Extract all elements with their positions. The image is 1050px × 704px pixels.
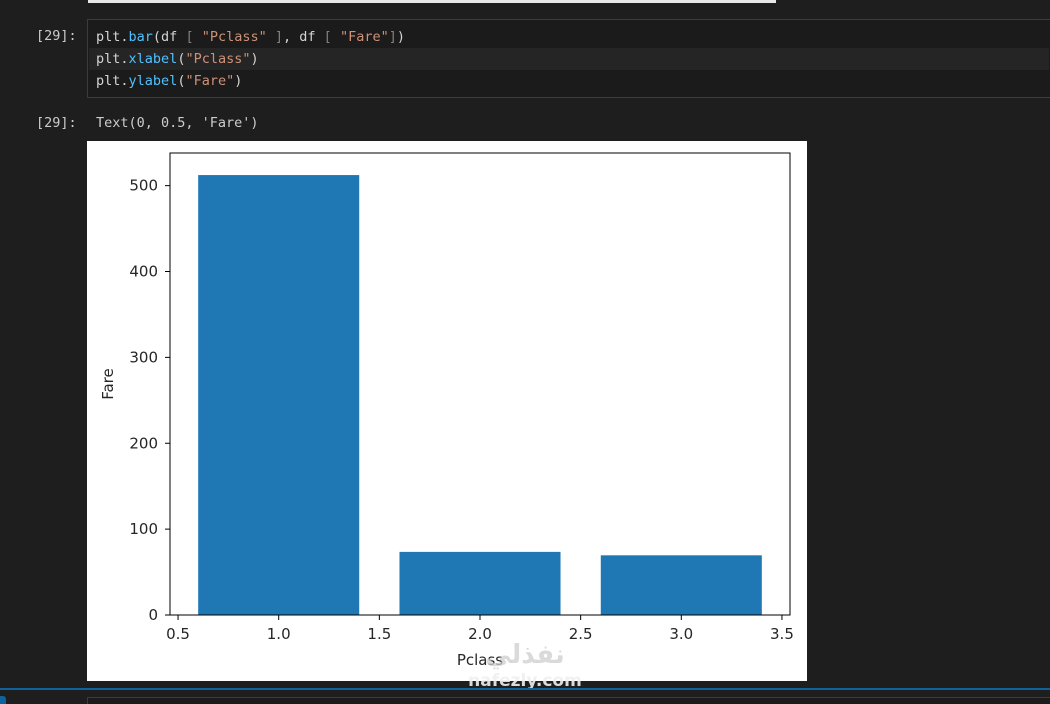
x-tick-label: 1.5 bbox=[367, 625, 391, 643]
y-tick-label: 0 bbox=[148, 606, 158, 624]
previous-output-edge bbox=[88, 0, 776, 3]
code-token: ) bbox=[396, 29, 406, 45]
code-line-3[interactable]: plt.ylabel("Fare") bbox=[96, 70, 242, 92]
x-tick-label: 2.5 bbox=[569, 625, 593, 643]
code-token: [ bbox=[323, 29, 332, 45]
code-token: ] bbox=[388, 29, 397, 45]
y-axis-label: Fare bbox=[99, 368, 117, 400]
code-token: , df bbox=[283, 29, 324, 45]
code-token: ) bbox=[234, 73, 243, 89]
x-tick-label: 3.0 bbox=[669, 625, 693, 643]
bar-2 bbox=[399, 551, 561, 615]
code-token: ylabel bbox=[128, 73, 178, 89]
code-line-2[interactable]: plt.xlabel("Pclass") bbox=[89, 48, 1049, 70]
y-tick-label: 200 bbox=[129, 434, 158, 452]
code-token: "Pclass" bbox=[185, 51, 251, 67]
code-token: . bbox=[120, 51, 129, 67]
x-tick-label: 3.5 bbox=[770, 625, 794, 643]
chart-output: 0.5 1.0 1.5 2.0 2.5 3.0 3.5 0 100 200 300 400 500 Pcl… bbox=[87, 141, 807, 681]
code-token: xlabel bbox=[128, 51, 178, 67]
x-tick-label: 1.0 bbox=[267, 625, 291, 643]
code-token: . bbox=[120, 73, 129, 89]
y-tick-label: 300 bbox=[129, 348, 158, 366]
output-text: Text(0, 0.5, 'Fare') bbox=[96, 115, 259, 131]
cell-focus-marker bbox=[0, 696, 6, 704]
code-token: "Pclass" bbox=[201, 29, 267, 45]
y-tick-label: 400 bbox=[129, 263, 158, 281]
code-cell-editor[interactable]: plt.bar(df [ "Pclass" ], df [ "Fare"]) p… bbox=[87, 19, 1050, 98]
code-line-1[interactable]: plt.bar(df [ "Pclass" ], df [ "Fare"]) bbox=[96, 26, 405, 48]
x-tick-label: 2.0 bbox=[468, 625, 492, 643]
x-axis-label: Pclass bbox=[457, 651, 503, 669]
y-tick-label: 100 bbox=[129, 520, 158, 538]
y-tick-label: 500 bbox=[129, 177, 158, 195]
x-tick-label: 0.5 bbox=[166, 625, 190, 643]
code-token: plt bbox=[96, 51, 121, 67]
code-token: ) bbox=[250, 51, 259, 67]
code-token: ] bbox=[274, 29, 284, 45]
code-token: bar bbox=[128, 29, 153, 45]
input-prompt: [29]: bbox=[36, 28, 77, 44]
cell-focus-bar bbox=[0, 688, 1050, 690]
bar-1 bbox=[198, 175, 360, 615]
code-token: plt bbox=[96, 29, 121, 45]
code-token: [ bbox=[185, 29, 194, 45]
code-token: . bbox=[120, 29, 129, 45]
bar-chart: 0.5 1.0 1.5 2.0 2.5 3.0 3.5 0 100 200 300 400 500 Pcl… bbox=[99, 152, 794, 669]
code-token: "Fare" bbox=[185, 73, 235, 89]
code-token: "Fare" bbox=[339, 29, 389, 45]
code-token: (df bbox=[152, 29, 186, 45]
bar-3 bbox=[600, 555, 762, 615]
next-code-cell[interactable] bbox=[87, 697, 1050, 704]
code-token: plt bbox=[96, 73, 121, 89]
output-prompt: [29]: bbox=[36, 115, 77, 131]
